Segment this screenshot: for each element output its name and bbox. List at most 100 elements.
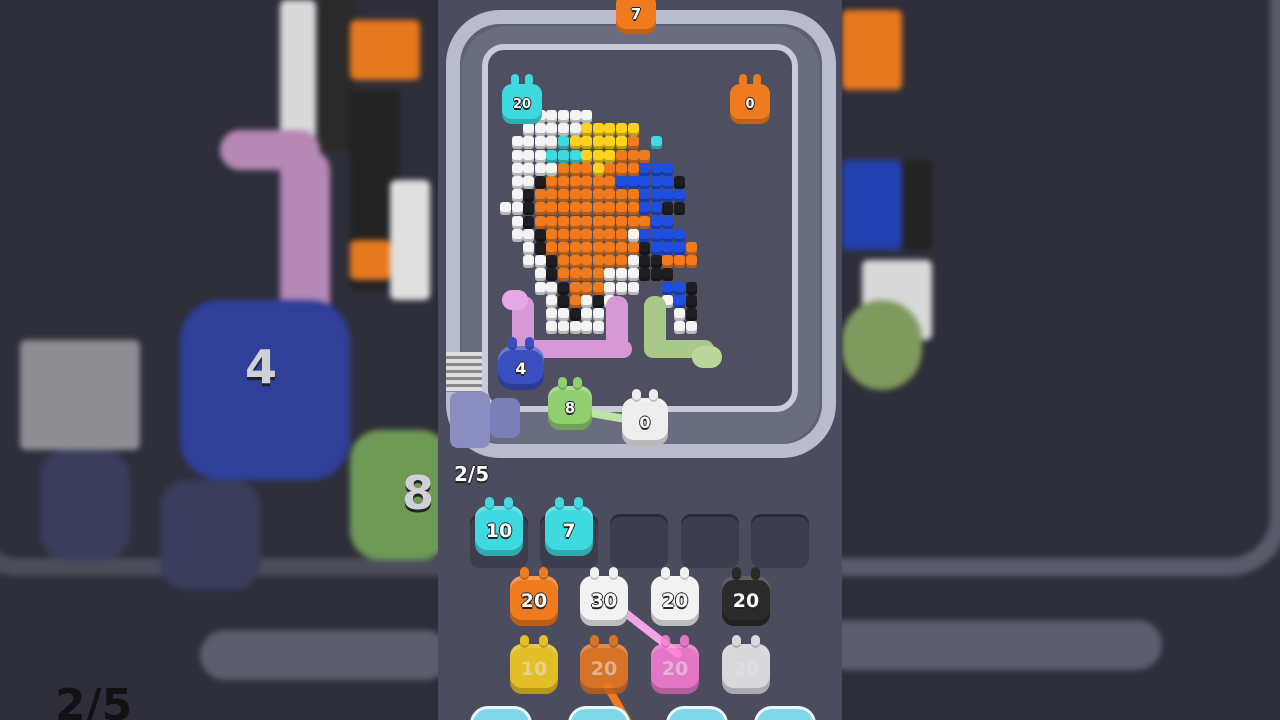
- pixel-block: [581, 255, 593, 269]
- pixel-block: [627, 255, 639, 269]
- pixel-block: [639, 189, 651, 203]
- pixel-block: [616, 176, 627, 189]
- pixel-block: [534, 162, 546, 176]
- launcher: [450, 392, 490, 448]
- pixel-block: [581, 202, 593, 216]
- reserve-unit-5[interactable]: 10: [510, 635, 558, 694]
- pixel-block: [569, 294, 581, 308]
- green-conveyor-unit-count: 8: [564, 399, 576, 417]
- pixel-block: [581, 268, 593, 282]
- bottom-button-4[interactable]: [754, 706, 816, 720]
- pixel-block: [558, 255, 569, 269]
- reserve-unit-8[interactable]: 20: [722, 635, 770, 694]
- background-count-large: 4: [245, 340, 278, 394]
- orange-board-shooter-count: 0: [745, 96, 755, 112]
- pixel-block: [650, 136, 662, 150]
- pixel-block: [616, 242, 627, 255]
- reserve-unit-4[interactable]: 20: [722, 567, 770, 626]
- pixel-block: [546, 228, 558, 242]
- pixel-block: [685, 321, 697, 335]
- bottom-button-3[interactable]: [666, 706, 728, 720]
- reserve-unit-2[interactable]: 30: [580, 567, 628, 626]
- pixel-block: [604, 242, 616, 255]
- white-conveyor-unit-count: 0: [639, 412, 651, 432]
- pixel-block: [592, 321, 604, 335]
- pixel-block: [650, 215, 662, 229]
- pixel-block: [511, 215, 523, 229]
- pixel-block: [639, 202, 651, 216]
- pixel-block: [534, 136, 546, 150]
- white-conveyor-unit[interactable]: 0: [622, 389, 668, 446]
- pixel-block: [650, 242, 662, 255]
- pixel-block: [523, 136, 535, 150]
- reserve-unit-7[interactable]: 20: [651, 635, 699, 694]
- pixel-block: [558, 308, 569, 321]
- pixel-block: [546, 189, 558, 203]
- bottom-button-2[interactable]: [568, 706, 630, 720]
- pixel-block: [558, 162, 569, 176]
- pixel-block: [581, 123, 593, 137]
- pixel-block: [639, 176, 651, 189]
- pixel-block: [558, 281, 569, 295]
- launcher-block: [490, 398, 520, 438]
- pixel-block: [604, 176, 616, 189]
- pixel-block: [604, 123, 616, 137]
- pixel-block: [558, 228, 569, 242]
- entry-ramp: [446, 352, 482, 392]
- queue-slot-4[interactable]: [681, 514, 739, 568]
- pixel-block: [546, 176, 558, 189]
- pixel-block: [558, 189, 569, 203]
- bottom-button-1[interactable]: [470, 706, 532, 720]
- pixel-block: [569, 255, 581, 269]
- reserve-unit-1[interactable]: 20: [510, 567, 558, 626]
- pixel-block: [546, 123, 558, 137]
- pixel-block: [581, 242, 593, 255]
- pixel-block: [627, 281, 639, 295]
- reserve-unit-6[interactable]: 20: [580, 635, 628, 694]
- pixel-block: [674, 228, 685, 242]
- pixel-block: [662, 228, 674, 242]
- pixel-block: [523, 149, 535, 163]
- pixel-block: [569, 162, 581, 176]
- queue-unit-1[interactable]: 10: [475, 497, 523, 556]
- pixel-block: [674, 202, 685, 216]
- pixel-block: [662, 255, 674, 269]
- pixel-block: [616, 123, 627, 137]
- pixel-block: [558, 215, 569, 229]
- pixel-block: [569, 228, 581, 242]
- cyan-board-shooter[interactable]: 20: [502, 74, 542, 124]
- pixel-block: [534, 176, 546, 189]
- pixel-block: [616, 162, 627, 176]
- pixel-block: [558, 136, 569, 150]
- pixel-block: [511, 202, 523, 216]
- reserve-unit-1-count: 20: [520, 590, 548, 612]
- game-screen: 7 20 0 4 8 0 2/5 10 7 20 30 20 20 10 20 …: [438, 0, 842, 720]
- pixel-block: [581, 149, 593, 163]
- pixel-block: [581, 215, 593, 229]
- pixel-block: [674, 308, 685, 321]
- cyan-board-shooter-count: 20: [512, 96, 532, 112]
- pixel-block: [511, 149, 523, 163]
- blue-conveyor-unit[interactable]: 4: [498, 337, 544, 390]
- queue-slot-5[interactable]: [751, 514, 809, 568]
- pixel-block: [558, 110, 569, 123]
- top-shooter[interactable]: 7: [616, 0, 656, 34]
- pixel-block: [523, 189, 535, 203]
- reserve-unit-3[interactable]: 20: [651, 567, 699, 626]
- pixel-block: [674, 255, 685, 269]
- pixel-block: [500, 202, 511, 216]
- pixel-block: [592, 308, 604, 321]
- background-count-mid: 8: [402, 466, 435, 520]
- pixel-block: [616, 149, 627, 163]
- orange-board-shooter[interactable]: 0: [730, 74, 770, 124]
- green-worm-head: [692, 346, 722, 368]
- queue-slot-3[interactable]: [610, 514, 668, 568]
- queue-unit-2[interactable]: 7: [545, 497, 593, 556]
- progress-counter: 2/5: [454, 462, 490, 486]
- pixel-block: [569, 321, 581, 335]
- pixel-block: [534, 202, 546, 216]
- green-conveyor-unit[interactable]: 8: [548, 377, 592, 430]
- pixel-block: [546, 162, 558, 176]
- pixel-block: [627, 176, 639, 189]
- pixel-block: [558, 242, 569, 255]
